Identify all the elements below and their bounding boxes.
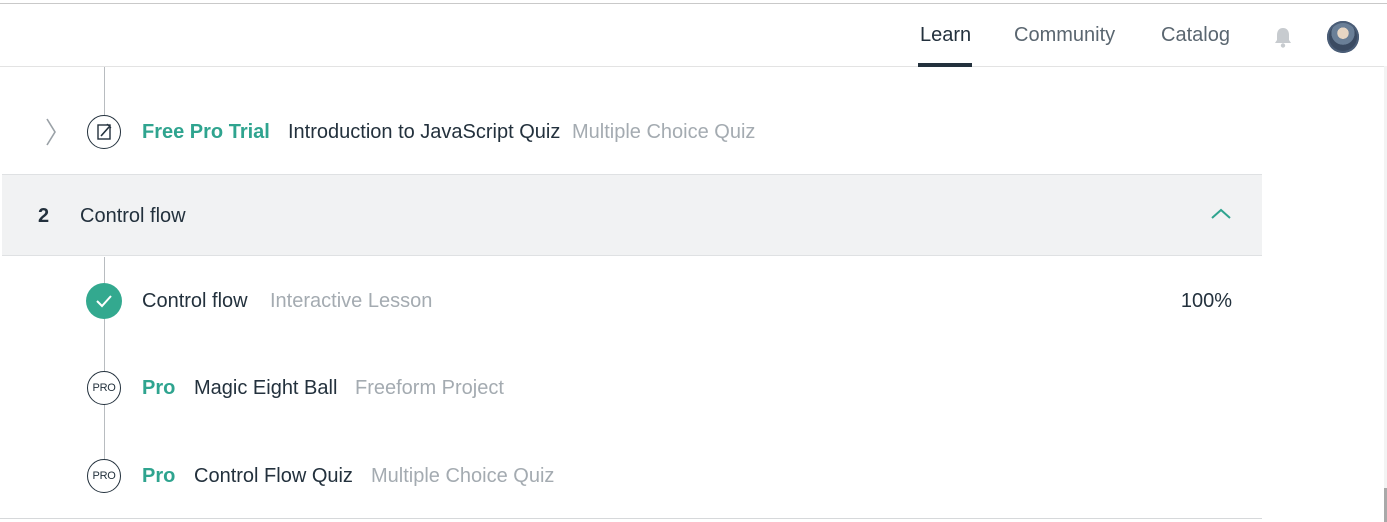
item-type: Interactive Lesson <box>270 290 433 312</box>
quiz-edit-icon <box>87 115 121 149</box>
check-icon <box>86 283 122 319</box>
top-navigation: Learn Community Catalog <box>0 4 1384 67</box>
section-title: Control flow <box>80 205 186 227</box>
section-number: 2 <box>38 205 50 227</box>
bell-icon[interactable] <box>1272 25 1294 49</box>
list-item-magic-eight-ball[interactable]: PRO Pro Magic Eight Ball Freeform Projec… <box>0 356 1262 420</box>
nav-active-indicator <box>918 63 972 67</box>
item-type: Freeform Project <box>355 377 504 399</box>
item-type: Multiple Choice Quiz <box>371 465 555 487</box>
progress-percent: 100% <box>1180 290 1232 312</box>
list-item-control-flow-quiz[interactable]: PRO Pro Control Flow Quiz Multiple Choic… <box>0 444 1262 508</box>
item-title[interactable]: Magic Eight Ball <box>194 377 337 400</box>
free-pro-trial-badge: Free Pro Trial <box>142 121 270 143</box>
avatar[interactable] <box>1327 21 1359 53</box>
pro-icon-label: PRO <box>92 382 116 394</box>
item-title[interactable]: Introduction to JavaScript Quiz <box>288 121 560 144</box>
item-title[interactable]: Control Flow Quiz <box>194 465 353 488</box>
list-item-intro-js-quiz[interactable]: Free Pro Trial Introduction to JavaScrip… <box>0 100 1262 164</box>
pro-lock-icon: PRO <box>87 459 121 493</box>
chevron-right-icon[interactable] <box>44 116 58 148</box>
section-bottom-divider <box>0 518 1262 519</box>
nav-catalog[interactable]: Catalog <box>1161 4 1230 66</box>
pro-badge: Pro <box>142 465 176 487</box>
list-item-control-flow-lesson[interactable]: Control flow Interactive Lesson 100% <box>0 270 1262 334</box>
item-title[interactable]: Control flow <box>142 290 248 313</box>
item-type: Multiple Choice Quiz <box>572 121 756 143</box>
nav-community[interactable]: Community <box>1014 4 1115 66</box>
pro-badge: Pro <box>142 377 176 399</box>
nav-learn[interactable]: Learn <box>920 4 971 66</box>
pro-icon-label: PRO <box>92 470 116 482</box>
chevron-up-icon[interactable] <box>1210 207 1232 221</box>
section-header-control-flow[interactable]: 2 Control flow <box>2 174 1262 256</box>
pro-lock-icon: PRO <box>87 371 121 405</box>
